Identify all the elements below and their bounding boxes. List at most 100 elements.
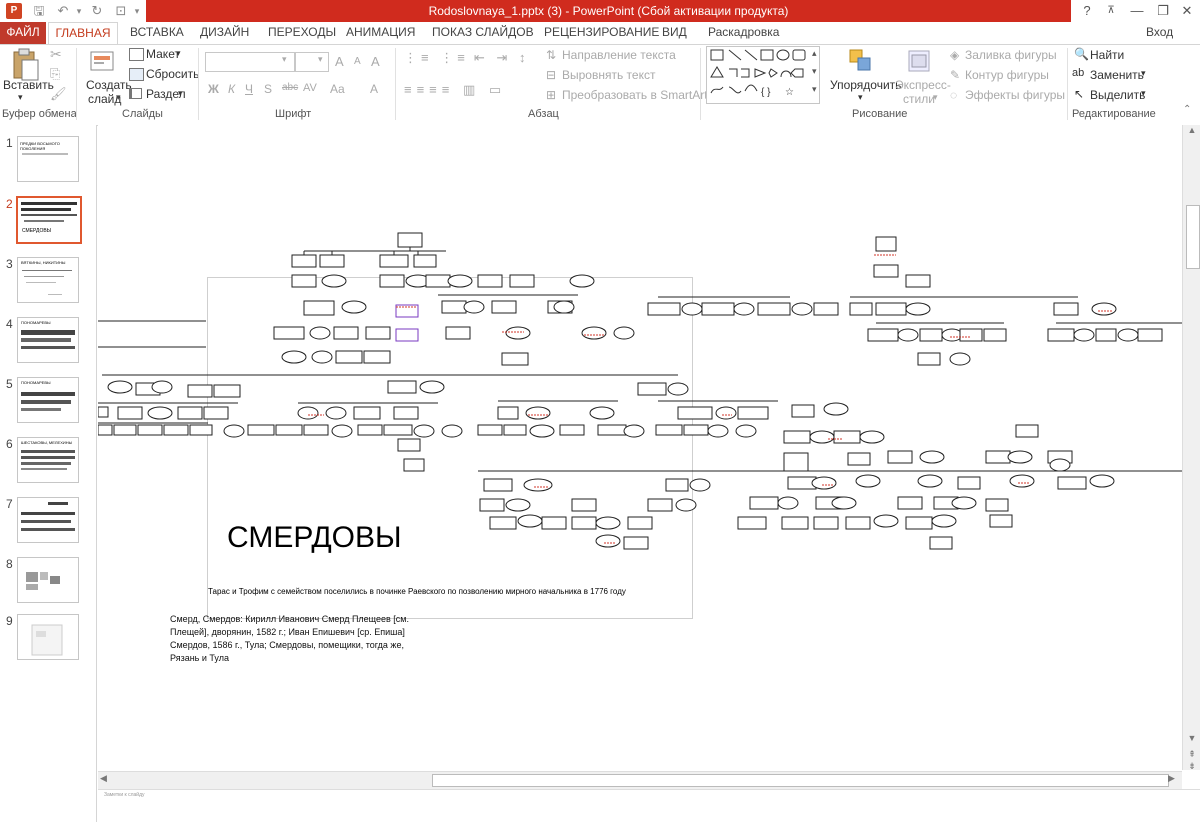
text-direction-button[interactable]: Направление текста (562, 48, 676, 62)
redo-icon[interactable]: ↻ (88, 2, 106, 20)
slide-thumbnail[interactable]: ПОНОМАРЕВЫ (17, 377, 79, 423)
cut-icon[interactable]: ✂ (50, 46, 62, 63)
shapes-scroll-up-icon[interactable]: ▴ (812, 48, 817, 59)
find-icon[interactable]: 🔍 (1074, 47, 1089, 61)
new-slide-button[interactable]: Создать (86, 78, 132, 92)
scroll-down-icon[interactable]: ▼ (1185, 733, 1199, 745)
slide-editor-canvas[interactable]: СМЕРДОВЫ Тарас и Трофим с семейством пос… (98, 125, 1182, 770)
reset-button[interactable]: Сбросить (146, 67, 199, 81)
slide-thumbnail[interactable] (17, 614, 79, 660)
next-slide-icon[interactable]: ⇟ (1185, 761, 1199, 771)
slide-thumbnail[interactable] (17, 497, 79, 543)
strikethrough-button[interactable]: abc (282, 82, 298, 93)
font-color-button[interactable]: A (370, 82, 378, 96)
text-direction-icon[interactable]: ⇅ (546, 48, 556, 62)
horizontal-scrollbar[interactable]: ◀ ▶ (98, 771, 1182, 789)
tab-storyboarding[interactable]: Раскадровка (702, 22, 785, 44)
tab-view[interactable]: ВИД (656, 22, 693, 44)
underline-button[interactable]: Ч (245, 82, 253, 96)
slide-thumbnail[interactable]: ПОНОМАРЕВЫ (17, 317, 79, 363)
replace-dropdown-icon[interactable]: ▾ (1141, 68, 1146, 79)
slide-thumbnail-selected[interactable]: СМЕРДОВЫ (16, 196, 82, 244)
shape-outline-icon[interactable]: ✎ (950, 68, 960, 82)
tab-slideshow[interactable]: ПОКАЗ СЛАЙДОВ (426, 22, 540, 44)
layout-icon[interactable] (129, 48, 144, 61)
section-dropdown-icon[interactable]: ▾ (178, 88, 183, 99)
tab-transitions[interactable]: ПЕРЕХОДЫ (262, 22, 342, 44)
paste-button[interactable]: Вставить (3, 78, 54, 92)
align-text-button[interactable]: Выровнять текст (562, 68, 655, 82)
tab-design[interactable]: ДИЗАЙН (194, 22, 255, 44)
shape-fill-button[interactable]: Заливка фигуры (965, 48, 1057, 62)
shapes-scroll-down-icon[interactable]: ▾ (812, 66, 817, 77)
customize-quick-access-icon[interactable]: ▾ (128, 2, 146, 20)
alignment-icons[interactable]: ≡≡≡≡ ▥ ▭ (404, 82, 506, 98)
slide-title[interactable]: СМЕРДОВЫ (227, 521, 402, 555)
notes-placeholder[interactable]: Заметки к слайду (104, 792, 145, 798)
bullets-icon[interactable]: ⋮≡ ⋮≡ (404, 50, 469, 66)
find-button[interactable]: Найти (1090, 48, 1124, 62)
quick-styles-label[interactable]: стили (903, 92, 935, 106)
tab-file[interactable]: ФАЙЛ (0, 22, 46, 44)
reset-icon[interactable] (129, 68, 144, 81)
clear-formatting-button[interactable]: A (371, 54, 380, 69)
tab-home[interactable]: ГЛАВНАЯ (48, 22, 118, 44)
quick-styles-dropdown-icon[interactable]: ▾ (933, 92, 938, 103)
scroll-left-icon[interactable]: ◀ (100, 773, 107, 784)
shape-outline-button[interactable]: Контур фигуры (965, 68, 1049, 82)
arrange-dropdown-icon[interactable]: ▾ (858, 92, 863, 103)
font-size-dropdown-icon[interactable]: ▾ (318, 54, 323, 65)
scroll-right-icon[interactable]: ▶ (1168, 773, 1175, 784)
slide-thumbnail[interactable] (17, 557, 79, 603)
horizontal-scroll-thumb[interactable] (432, 774, 1169, 787)
help-button[interactable]: ? (1074, 0, 1100, 22)
layout-dropdown-icon[interactable]: ▾ (176, 48, 181, 59)
shapes-more-icon[interactable]: ▾ (812, 84, 817, 95)
slide-thumbnail[interactable]: ПРЕДКИ ВОСЬМОГО ПОКОЛЕНИЯ (17, 136, 79, 182)
ribbon-display-options-icon[interactable]: ⊼ (1098, 0, 1124, 22)
sign-in-link[interactable]: Вход (1140, 22, 1179, 44)
scroll-up-icon[interactable]: ▲ (1185, 125, 1199, 139)
restore-button[interactable]: ❐ (1150, 0, 1176, 22)
slide-thumbnail[interactable]: ВЯТКИНЫ, НИКИТИНЫ (17, 257, 79, 303)
slide-thumbnail[interactable]: ШЕСТАКОВЫ, МЕЛЕХИНЫ (17, 437, 79, 483)
slide-caption[interactable]: Тарас и Трофим с семейством поселились в… (208, 587, 688, 596)
replace-button[interactable]: Заменить (1090, 68, 1144, 82)
shape-fill-icon[interactable]: ◈ (950, 48, 959, 62)
select-icon[interactable]: ↖ (1074, 87, 1084, 101)
select-button[interactable]: Выделить (1090, 88, 1145, 102)
italic-button[interactable]: К (228, 82, 235, 96)
quick-styles-icon[interactable] (906, 48, 932, 74)
change-case-button[interactable]: Aa (330, 82, 345, 96)
minimize-button[interactable]: — (1124, 0, 1150, 22)
shapes-gallery[interactable]: { } ☆ (706, 46, 820, 104)
paste-icon[interactable] (10, 48, 40, 82)
collapse-ribbon-icon[interactable]: ⌃ (1183, 104, 1191, 115)
tab-review[interactable]: РЕЦЕНЗИРОВАНИЕ (538, 22, 665, 44)
previous-slide-icon[interactable]: ⇞ (1185, 749, 1199, 759)
undo-dropdown-icon[interactable]: ▾ (70, 2, 88, 20)
shape-effects-icon[interactable]: ◌ (950, 88, 957, 102)
copy-icon[interactable]: ⎘ (50, 66, 60, 82)
font-family-dropdown-icon[interactable]: ▾ (282, 54, 287, 65)
smartart-icon[interactable]: ⊞ (546, 88, 556, 102)
convert-smartart-button[interactable]: Преобразовать в SmartArt (562, 88, 708, 102)
close-button[interactable]: ✕ (1174, 0, 1200, 22)
arrange-button[interactable]: Упорядочить (830, 78, 901, 92)
new-slide-icon[interactable] (90, 48, 116, 76)
character-spacing-button[interactable]: AV (303, 82, 317, 94)
format-painter-icon[interactable]: 🖌 (50, 86, 67, 102)
section-icon[interactable] (129, 88, 142, 99)
font-size-input[interactable] (295, 52, 329, 72)
arrange-icon[interactable] (848, 48, 874, 74)
family-tree-diagram[interactable] (98, 225, 1182, 645)
paste-dropdown-icon[interactable]: ▾ (18, 92, 23, 103)
tab-animations[interactable]: АНИМАЦИЯ (340, 22, 421, 44)
indent-icon[interactable]: ⇤ ⇥ ↕ (474, 50, 530, 66)
quick-styles-button[interactable]: Экспресс- (895, 78, 951, 92)
replace-icon[interactable]: ab (1072, 67, 1084, 79)
bold-button[interactable]: Ж (208, 82, 219, 96)
tab-insert[interactable]: ВСТАВКА (124, 22, 190, 44)
select-dropdown-icon[interactable]: ▾ (1141, 88, 1146, 99)
text-shadow-button[interactable]: S (264, 82, 272, 96)
